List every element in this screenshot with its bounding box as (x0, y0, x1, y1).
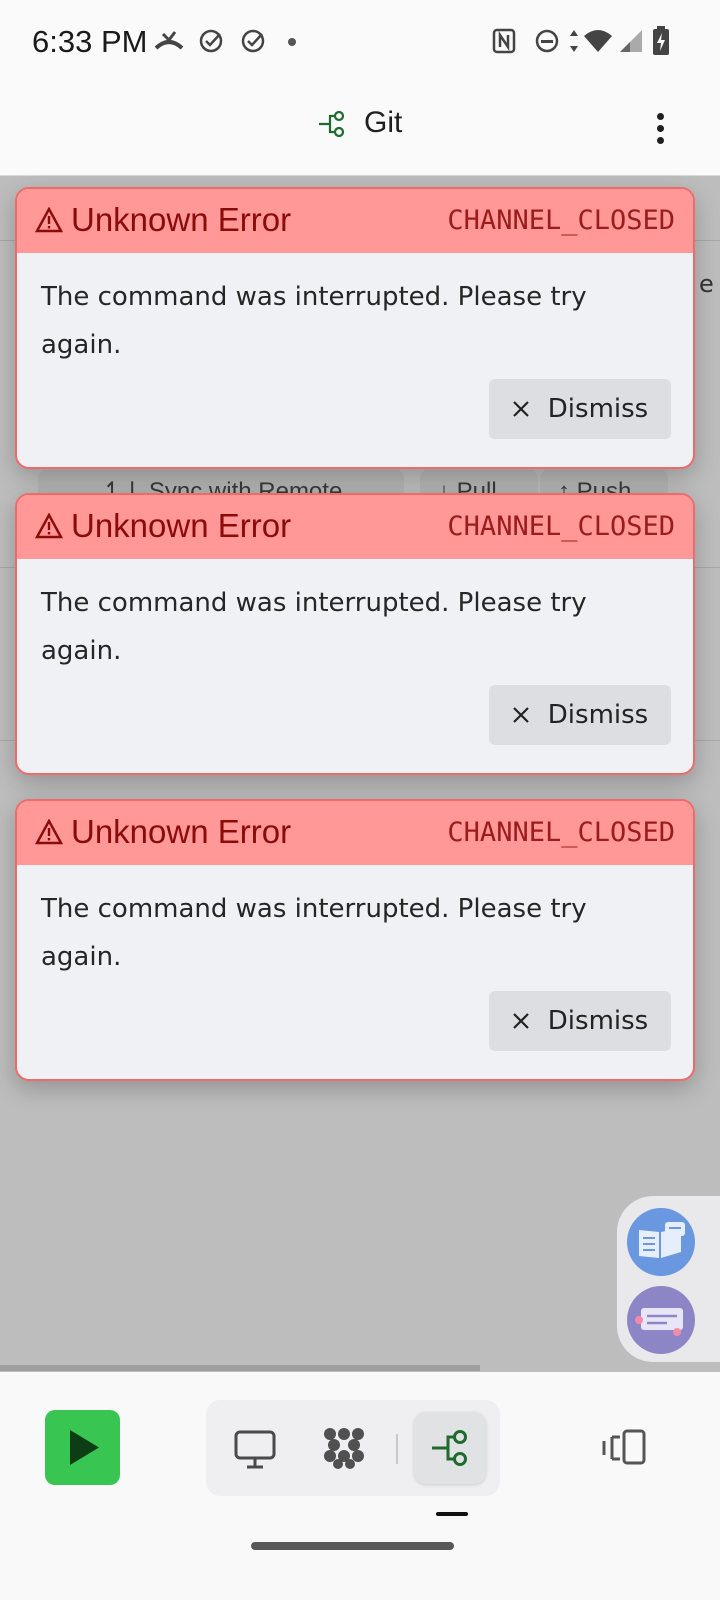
close-icon (513, 707, 529, 723)
view-switcher (206, 1400, 500, 1496)
active-tab-indicator (436, 1512, 468, 1516)
error-code: CHANNEL_CLOSED (447, 205, 675, 236)
toast-message: The command was interrupted. Please try … (41, 894, 587, 972)
background-partial-text: e (699, 270, 714, 298)
close-icon (513, 401, 529, 417)
toast-header: Unknown Error CHANNEL_CLOSED (17, 495, 693, 559)
tab-grid[interactable] (308, 1412, 380, 1484)
nfc-icon (492, 28, 516, 54)
page-title-text: Git (364, 106, 403, 139)
git-branch-icon (432, 1430, 467, 1466)
close-icon (513, 1013, 529, 1029)
error-code: CHANNEL_CLOSED (447, 511, 675, 542)
toast-title: Unknown Error (71, 201, 292, 238)
status-bar: 6:33 PM (0, 0, 720, 78)
dismiss-label: Dismiss (547, 700, 649, 730)
status-time: 6:33 PM (32, 24, 148, 59)
tab-git[interactable] (414, 1412, 486, 1484)
dot-icon (288, 38, 296, 46)
missed-call-icon (154, 31, 184, 50)
toast-header: Unknown Error CHANNEL_CLOSED (17, 189, 693, 253)
check-circle-icon (199, 29, 223, 53)
error-toast: Unknown Error CHANNEL_CLOSED The command… (15, 799, 695, 1081)
wifi-icon (584, 30, 612, 52)
git-branch-icon (318, 111, 344, 138)
side-panel-button[interactable] (600, 1427, 648, 1471)
do-not-disturb-icon (535, 29, 559, 53)
dismiss-button[interactable]: Dismiss (489, 379, 671, 439)
page-title: Git (0, 106, 720, 140)
toast-message: The command was interrupted. Please try … (41, 282, 587, 360)
error-toast: Unknown Error CHANNEL_CLOSED The command… (15, 187, 695, 469)
side-panel-icon (602, 1429, 646, 1465)
chat-feedback-icon (635, 1308, 683, 1336)
app-top-bar: Git (0, 78, 720, 176)
toast-title: Unknown Error (71, 507, 292, 544)
dismiss-button[interactable]: Dismiss (489, 991, 671, 1051)
signal-icon (620, 30, 642, 52)
dismiss-label: Dismiss (547, 1006, 649, 1036)
warning-icon (35, 819, 63, 845)
run-button[interactable] (45, 1410, 120, 1485)
bottom-bar (0, 1372, 720, 1600)
error-toast: Unknown Error CHANNEL_CLOSED The command… (15, 493, 695, 775)
error-code: CHANNEL_CLOSED (447, 817, 675, 848)
toast-title: Unknown Error (71, 813, 292, 850)
data-arrows-icon (570, 30, 578, 52)
floating-actions (617, 1196, 720, 1362)
divider (396, 1434, 398, 1464)
docs-button[interactable] (627, 1208, 695, 1276)
warning-icon (35, 513, 63, 539)
dismiss-label: Dismiss (547, 394, 649, 424)
home-indicator[interactable] (251, 1542, 454, 1550)
check-circle-icon (241, 29, 265, 53)
grid-dots-icon (324, 1428, 364, 1469)
dismiss-button[interactable]: Dismiss (489, 685, 671, 745)
battery-charging-icon (653, 26, 669, 55)
toast-header: Unknown Error CHANNEL_CLOSED (17, 801, 693, 865)
more-vert-icon[interactable] (650, 108, 670, 148)
feedback-button[interactable] (627, 1286, 695, 1354)
warning-icon (35, 207, 63, 233)
horizontal-scrollbar[interactable] (0, 1365, 480, 1371)
play-icon (70, 1430, 99, 1465)
docs-book-icon (639, 1222, 685, 1258)
monitor-icon (234, 1430, 276, 1469)
toast-message: The command was interrupted. Please try … (41, 588, 587, 666)
tab-monitor[interactable] (219, 1412, 291, 1484)
